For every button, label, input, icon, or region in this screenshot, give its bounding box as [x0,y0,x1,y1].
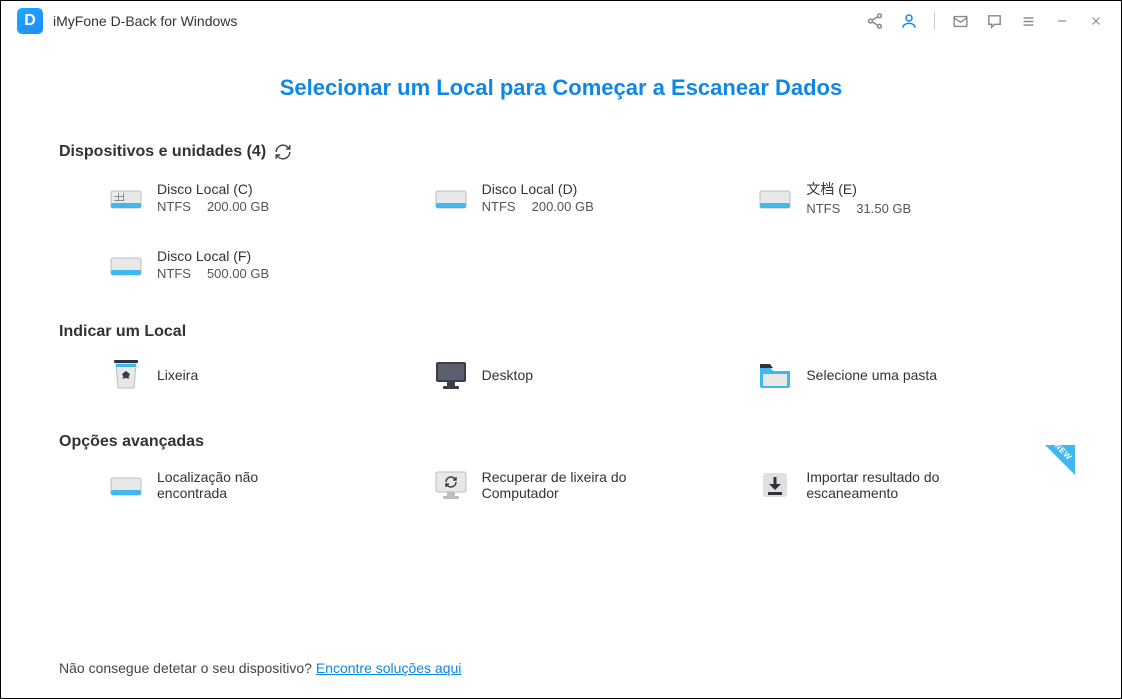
app-logo-letter: D [24,12,36,30]
drive-info: NTFS31.50 GB [806,201,911,216]
advanced-name: Localização não encontrada [157,469,317,501]
drive-name: Disco Local (F) [157,248,269,264]
drive-item-c[interactable]: Disco Local (C) NTFS200.00 GB [109,179,414,216]
drive-search-icon [109,469,143,501]
feedback-icon[interactable] [985,12,1003,30]
recycle-bin-icon [109,359,143,391]
drive-item-e[interactable]: 文档 (E) NTFS31.50 GB [758,179,1063,216]
locations-grid: Lixeira Desktop Selecione uma pasta [59,359,1063,391]
monitor-refresh-icon [434,469,468,501]
location-name: Lixeira [157,367,198,383]
advanced-name: Importar resultado do escaneamento [806,469,966,501]
footer-link[interactable]: Encontre soluções aqui [316,660,462,676]
titlebar-actions [866,12,1105,30]
advanced-grid: Localização não encontrada Recuperar de … [59,469,1063,501]
footer: Não consegue detetar o seu dispositivo? … [59,660,461,676]
drive-icon [109,249,143,281]
new-badge: NEW [1045,445,1075,475]
drive-name: Disco Local (C) [157,181,269,197]
section-devices-title: Dispositivos e unidades (4) [59,143,266,161]
titlebar: D iMyFone D-Back for Windows [1,1,1121,41]
menu-icon[interactable] [1019,12,1037,30]
section-devices-header: Dispositivos e unidades (4) [59,143,1063,161]
drive-icon [434,182,468,214]
footer-text: Não consegue detetar o seu dispositivo? [59,660,316,676]
import-icon [758,469,792,501]
advanced-recover-bin[interactable]: Recuperar de lixeira do Computador [434,469,739,501]
desktop-icon [434,359,468,391]
location-select-folder[interactable]: Selecione uma pasta [758,359,1063,391]
drive-item-d[interactable]: Disco Local (D) NTFS200.00 GB [434,179,739,216]
section-location-title: Indicar um Local [59,323,186,341]
advanced-import-result[interactable]: Importar resultado do escaneamento NEW [758,469,1063,501]
drive-item-f[interactable]: Disco Local (F) NTFS500.00 GB [109,248,414,281]
advanced-name: Recuperar de lixeira do Computador [482,469,662,501]
app-title: iMyFone D-Back for Windows [53,13,237,29]
section-advanced-header: Opções avançadas [59,433,1063,451]
drives-grid: Disco Local (C) NTFS200.00 GB Disco Loca… [59,179,1063,281]
drive-name: Disco Local (D) [482,181,594,197]
account-icon[interactable] [900,12,918,30]
page-title: Selecionar um Local para Começar a Escan… [1,75,1121,101]
share-icon[interactable] [866,12,884,30]
folder-icon [758,359,792,391]
location-name: Selecione uma pasta [806,367,937,383]
section-advanced-title: Opções avançadas [59,433,204,451]
minimize-icon[interactable] [1053,12,1071,30]
location-recycle-bin[interactable]: Lixeira [109,359,414,391]
refresh-icon[interactable] [274,143,292,161]
drive-info: NTFS200.00 GB [157,199,269,214]
app-logo: D [17,8,43,34]
location-desktop[interactable]: Desktop [434,359,739,391]
section-location-header: Indicar um Local [59,323,1063,341]
separator [934,12,935,30]
location-name: Desktop [482,367,533,383]
drive-name: 文档 (E) [806,179,911,199]
drive-icon [758,182,792,214]
close-icon[interactable] [1087,12,1105,30]
mail-icon[interactable] [951,12,969,30]
drive-os-icon [109,182,143,214]
drive-info: NTFS200.00 GB [482,199,594,214]
drive-info: NTFS500.00 GB [157,266,269,281]
advanced-lost-location[interactable]: Localização não encontrada [109,469,414,501]
